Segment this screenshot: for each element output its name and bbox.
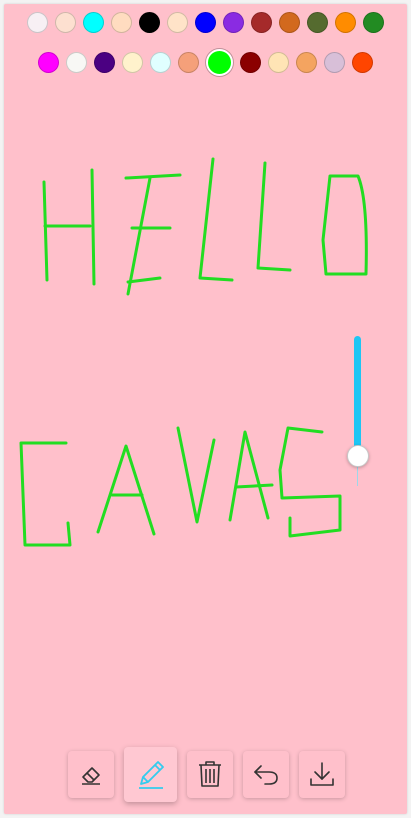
pencil-icon <box>138 761 164 789</box>
brush-size-slider[interactable] <box>347 336 369 486</box>
eraser-icon <box>81 767 100 785</box>
letter-a-stroke <box>228 430 270 522</box>
letter-a-stroke <box>96 444 156 536</box>
eraser-button[interactable] <box>68 750 114 798</box>
letter-e-stroke <box>124 173 182 180</box>
letter-e-stroke <box>126 176 152 296</box>
slider-handle[interactable] <box>347 445 369 467</box>
undo-button[interactable] <box>243 750 290 798</box>
clear-canvas-button[interactable] <box>187 750 234 798</box>
letter-s-stroke <box>278 426 342 538</box>
letter-h-stroke <box>90 168 96 286</box>
letter-l-stroke <box>198 157 234 282</box>
download-button[interactable] <box>299 750 346 798</box>
pencil-button[interactable] <box>123 746 178 802</box>
download-icon <box>310 762 334 786</box>
stroke-group <box>19 157 368 547</box>
letter-h-stroke <box>42 180 49 282</box>
letter-l-stroke <box>256 161 292 272</box>
slider-fill <box>354 336 361 456</box>
letter-o-stroke <box>321 174 368 276</box>
letter-a-stroke <box>234 483 274 489</box>
letter-c-stroke <box>19 441 72 547</box>
letter-e-stroke <box>126 276 162 284</box>
undo-icon <box>254 765 279 785</box>
trash-icon <box>199 761 222 787</box>
toolbar <box>68 746 346 802</box>
letter-v-stroke <box>176 426 216 524</box>
